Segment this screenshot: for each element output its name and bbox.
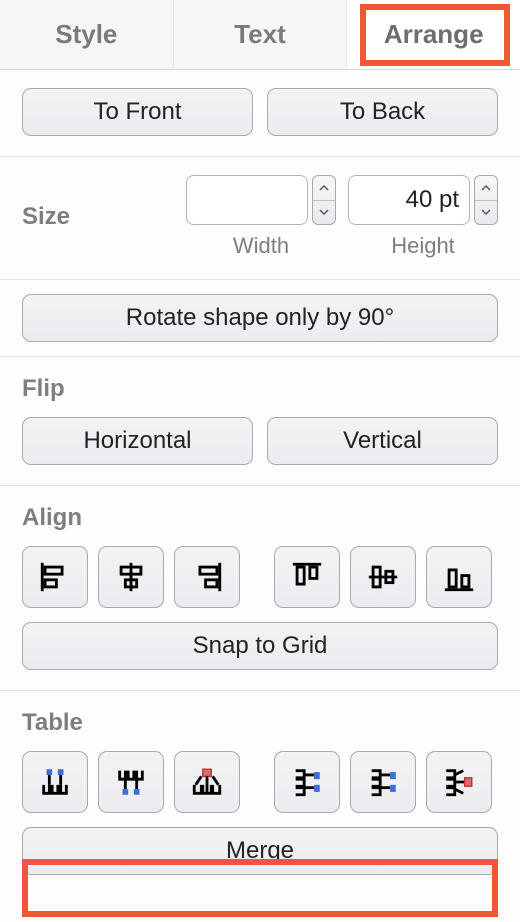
align-right-button[interactable] [174, 546, 240, 608]
section-table: Table [0, 691, 520, 895]
width-input[interactable] [186, 175, 308, 225]
width-step-up[interactable] [313, 176, 335, 200]
insert-row-above-icon [38, 765, 72, 799]
align-top-button[interactable] [274, 546, 340, 608]
tab-text[interactable]: Text [174, 0, 348, 69]
table-delete-col-button[interactable] [426, 751, 492, 813]
align-bottom-icon [442, 560, 476, 594]
align-bottom-button[interactable] [426, 546, 492, 608]
width-caption: Width [233, 233, 289, 259]
flip-label: Flip [22, 375, 498, 403]
size-label: Size [22, 203, 70, 231]
tab-style[interactable]: Style [0, 0, 174, 69]
to-back-button[interactable]: To Back [267, 88, 498, 136]
height-input[interactable] [348, 175, 470, 225]
rotate-90-button[interactable]: Rotate shape only by 90° [22, 294, 498, 342]
align-left-button[interactable] [22, 546, 88, 608]
height-caption: Height [391, 233, 455, 259]
width-stepper[interactable] [312, 175, 336, 225]
delete-row-icon [190, 765, 224, 799]
table-label: Table [22, 709, 498, 737]
align-center-v-button[interactable] [350, 546, 416, 608]
section-order: To Front To Back [0, 70, 520, 157]
align-left-icon [38, 560, 72, 594]
align-center-v-icon [366, 560, 400, 594]
flip-vertical-button[interactable]: Vertical [267, 417, 498, 465]
height-stepper[interactable] [474, 175, 498, 225]
table-insert-col-after-button[interactable] [350, 751, 416, 813]
arrange-panel: Style Text Arrange To Front To Back Size [0, 0, 520, 895]
to-front-button[interactable]: To Front [22, 88, 253, 136]
width-step-down[interactable] [313, 200, 335, 225]
flip-horizontal-button[interactable]: Horizontal [22, 417, 253, 465]
panel-tabs: Style Text Arrange [0, 0, 520, 70]
height-step-up[interactable] [475, 176, 497, 200]
align-label: Align [22, 504, 498, 532]
section-size: Size Width [0, 157, 520, 280]
section-align: Align [0, 486, 520, 691]
tab-arrange[interactable]: Arrange [347, 0, 520, 69]
table-insert-row-below-button[interactable] [98, 751, 164, 813]
insert-col-after-icon [366, 765, 400, 799]
table-insert-row-above-button[interactable] [22, 751, 88, 813]
insert-col-before-icon [290, 765, 324, 799]
merge-button[interactable]: Merge [22, 827, 498, 875]
height-step-down[interactable] [475, 200, 497, 225]
delete-col-icon [442, 765, 476, 799]
table-insert-col-before-button[interactable] [274, 751, 340, 813]
table-delete-row-button[interactable] [174, 751, 240, 813]
insert-row-below-icon [114, 765, 148, 799]
align-top-icon [290, 560, 324, 594]
align-center-h-button[interactable] [98, 546, 164, 608]
align-right-icon [190, 560, 224, 594]
section-rotate: Rotate shape only by 90° [0, 280, 520, 357]
section-flip: Flip Horizontal Vertical [0, 357, 520, 486]
align-center-h-icon [114, 560, 148, 594]
snap-to-grid-button[interactable]: Snap to Grid [22, 622, 498, 670]
